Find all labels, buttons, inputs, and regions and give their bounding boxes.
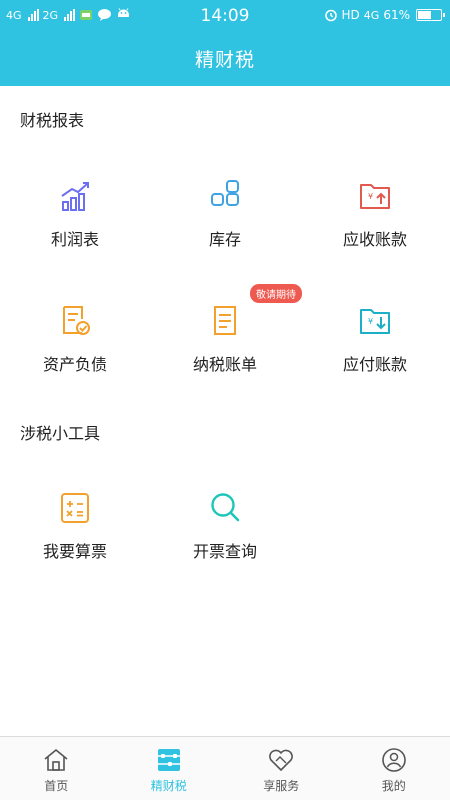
grid-item-assets-liabilities[interactable]: 资产负债 (0, 303, 150, 375)
document-check-icon (63, 306, 90, 335)
section-title-finance-reports: 财税报表 (20, 111, 85, 130)
page-title: 精财税 (0, 30, 450, 86)
grid-item-invoice-calculator[interactable]: 我要算票 (0, 490, 150, 562)
grid-blocks-icon (211, 180, 239, 206)
heart-handshake-icon (269, 749, 294, 771)
svg-text:¥: ¥ (368, 192, 373, 201)
hd-label: HD (341, 8, 360, 22)
tab-label: 首页 (44, 779, 69, 793)
grid-item-profit-statement[interactable]: 利润表 (0, 178, 150, 250)
bar-chart-icon (61, 182, 89, 211)
status-bar: 4G 2G 14:09 HD 4G 61% (0, 0, 450, 30)
alarm-icon (324, 9, 337, 22)
grid-item-label: 应付账款 (342, 355, 407, 374)
grid-item-label: 应收账款 (342, 230, 407, 249)
grid-item-label: 利润表 (50, 230, 99, 249)
tab-label: 精财税 (150, 779, 187, 793)
tab-label: 享服务 (263, 779, 300, 793)
folder-yen-down-icon: ¥ (360, 309, 390, 334)
grid-item-label: 资产负债 (42, 355, 107, 374)
battery-icon (416, 9, 445, 21)
tab-label: 我的 (381, 779, 406, 793)
network-type-label: 4G (363, 8, 380, 22)
calculator-icon (61, 493, 89, 523)
tab-home[interactable]: 首页 (0, 737, 113, 800)
battery-percent: 61% (383, 8, 410, 22)
grid-item-label: 库存 (208, 230, 241, 249)
tab-profile[interactable]: 我的 (338, 737, 450, 800)
coming-soon-badge: 敬请期待 (250, 284, 302, 303)
grid-item-tax-bill[interactable]: 敬请期待 纳税账单 (150, 284, 302, 375)
grid-item-inventory[interactable]: 库存 (150, 178, 300, 250)
grid-item-label: 我要算票 (42, 542, 107, 561)
tab-services[interactable]: 享服务 (225, 737, 338, 800)
grid-item-invoice-lookup[interactable]: 开票查询 (150, 490, 300, 562)
tab-finance-tax[interactable]: 精财税 (113, 737, 226, 800)
folder-yen-up-icon: ¥ (360, 184, 390, 209)
status-right: HD 4G 61% (324, 0, 445, 30)
search-icon (211, 493, 240, 522)
grid-item-label: 开票查询 (192, 542, 257, 561)
user-icon (381, 748, 406, 772)
svg-text:¥: ¥ (368, 317, 373, 326)
grid-item-label: 纳税账单 (192, 355, 257, 374)
grid-item-accounts-receivable[interactable]: ¥ 应收账款 (300, 178, 450, 250)
document-lines-icon (214, 306, 236, 335)
home-icon (44, 749, 68, 771)
section-title-tax-tools: 涉税小工具 (20, 424, 101, 443)
bottom-tab-bar: 首页 精财税 享服务 我的 (0, 736, 450, 800)
abacus-icon (157, 749, 180, 771)
grid-item-accounts-payable[interactable]: ¥ 应付账款 (300, 303, 450, 375)
